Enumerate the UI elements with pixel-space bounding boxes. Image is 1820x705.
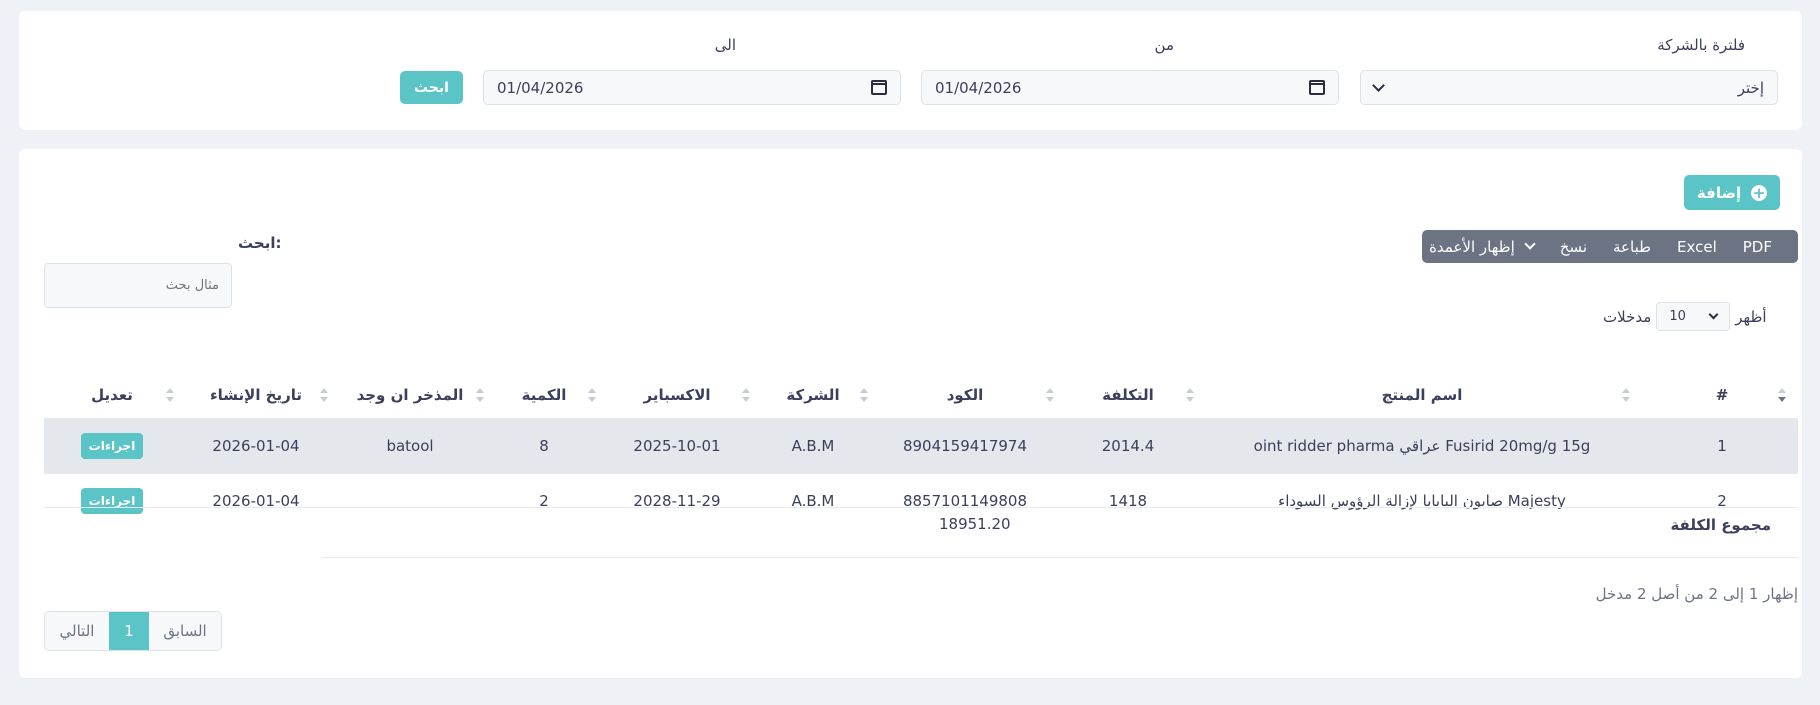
total-cost-value: 18951.20 — [939, 515, 1011, 533]
products-table: تعديل تاريخ الإنشاء المذخر ان وجد الكمية… — [44, 372, 1798, 528]
cell-cost: 2014.4 — [1058, 417, 1198, 473]
cell-code: 8904159417974 — [872, 417, 1058, 473]
column-header-quantity[interactable]: الكمية — [488, 372, 600, 418]
cell-expiry: 2028-11-29 — [600, 472, 754, 528]
chevron-down-icon — [1372, 78, 1385, 92]
calendar-icon[interactable] — [871, 80, 887, 95]
pdf-button[interactable]: PDF — [1730, 238, 1785, 256]
column-header-company[interactable]: الشركة — [754, 372, 872, 418]
column-visibility-button[interactable]: إظهار الأعمدة — [1416, 238, 1547, 256]
cell-company: A.B.M — [754, 417, 872, 473]
add-button-label: إضافة — [1696, 183, 1742, 202]
from-date-label: من — [1154, 36, 1174, 54]
sort-icon — [166, 388, 174, 402]
excel-button[interactable]: Excel — [1664, 238, 1730, 256]
table-info: إظهار 1 إلى 2 من أصل 2 مدخل — [1595, 585, 1798, 603]
calendar-icon[interactable] — [1309, 80, 1325, 95]
search-button[interactable]: ابحث — [400, 71, 463, 104]
cell-quantity: 2 — [488, 472, 600, 528]
filter-card: فلترة بالشركة إختر من 01/04/2026 الى 01/… — [19, 11, 1802, 130]
cell-created: 2026-01-04 — [180, 417, 332, 473]
cell-supplier — [332, 472, 488, 528]
pagination: التالي 1 السابق — [44, 611, 222, 651]
cell-expiry: 2025-10-01 — [600, 417, 754, 473]
sort-icon — [742, 388, 750, 402]
cell-number: 1 — [1646, 417, 1798, 473]
column-header-supplier[interactable]: المذخر ان وجد — [332, 372, 488, 418]
length-entries-label: مدخلات — [1603, 307, 1652, 326]
company-filter-label: فلترة بالشركة — [1657, 36, 1745, 54]
sort-icon — [476, 388, 484, 402]
length-select[interactable]: 10 — [1656, 302, 1731, 331]
length-show-label: أظهر — [1735, 307, 1767, 326]
copy-button[interactable]: نسخ — [1547, 238, 1600, 256]
column-header-cost[interactable]: التكلفة — [1058, 372, 1198, 418]
company-select[interactable]: إختر — [1360, 70, 1778, 105]
to-date-label: الى — [714, 36, 736, 54]
divider — [44, 507, 1798, 508]
table-row: اجراءات 2026-01-04 2 2028-11-29 A.B.M 88… — [44, 472, 1798, 528]
sort-icon — [320, 388, 328, 402]
column-header-expiry[interactable]: الاكسباير — [600, 372, 754, 418]
sort-icon — [1622, 388, 1630, 402]
search-label: ابحث: — [238, 234, 282, 252]
cell-created: 2026-01-04 — [180, 472, 332, 528]
print-button[interactable]: طباعة — [1600, 238, 1664, 256]
export-toolbar: PDF Excel طباعة نسخ إظهار الأعمدة — [1422, 230, 1798, 263]
prev-page-button[interactable]: السابق — [149, 612, 221, 650]
total-cost-label: مجموع الكلفة — [1670, 516, 1771, 534]
sort-icon — [1046, 388, 1054, 402]
from-date-value: 01/04/2026 — [935, 78, 1022, 97]
column-header-code[interactable]: الكود — [872, 372, 1058, 418]
cell-quantity: 8 — [488, 417, 600, 473]
next-page-button[interactable]: التالي — [45, 612, 109, 650]
sort-icon — [1778, 388, 1786, 402]
cell-supplier: batool — [332, 417, 488, 473]
cell-company: A.B.M — [754, 472, 872, 528]
to-date-input[interactable]: 01/04/2026 — [483, 70, 901, 105]
column-header-number[interactable]: # — [1646, 372, 1798, 418]
page-1-button[interactable]: 1 — [109, 612, 149, 650]
from-date-input[interactable]: 01/04/2026 — [921, 70, 1339, 105]
cell-cost: 1418 — [1058, 472, 1198, 528]
divider — [322, 557, 1798, 558]
to-date-value: 01/04/2026 — [497, 78, 584, 97]
cell-product-name: oint ridder pharma عراقي Fusirid 20mg/g … — [1198, 417, 1646, 473]
sort-icon — [860, 388, 868, 402]
actions-button[interactable]: اجراءات — [80, 487, 144, 514]
add-button[interactable]: + إضافة — [1684, 175, 1780, 210]
cell-product-name: صابون البابايا لإزالة الرؤوس السوداء Maj… — [1198, 472, 1646, 528]
sort-icon — [588, 388, 596, 402]
plus-circle-icon: + — [1751, 183, 1768, 202]
column-visibility-label: إظهار الأعمدة — [1429, 237, 1515, 256]
column-header-edit[interactable]: تعديل — [44, 372, 180, 418]
search-input[interactable] — [44, 263, 232, 308]
table-row: اجراءات 2026-01-04 batool 8 2025-10-01 A… — [44, 417, 1798, 473]
sort-icon — [1186, 388, 1194, 402]
column-header-product-name[interactable]: اسم المنتج — [1198, 372, 1646, 418]
actions-button[interactable]: اجراءات — [80, 432, 144, 459]
company-select-value: إختر — [1737, 78, 1764, 97]
chevron-down-icon — [1708, 309, 1719, 319]
chevron-down-icon — [1524, 238, 1536, 250]
column-header-created[interactable]: تاريخ الإنشاء — [180, 372, 332, 418]
length-control: أظهر 10 مدخلات — [1603, 302, 1767, 331]
length-value: 10 — [1669, 309, 1686, 324]
table-card: + إضافة PDF Excel طباعة نسخ إظهار الأعمد… — [19, 149, 1802, 678]
